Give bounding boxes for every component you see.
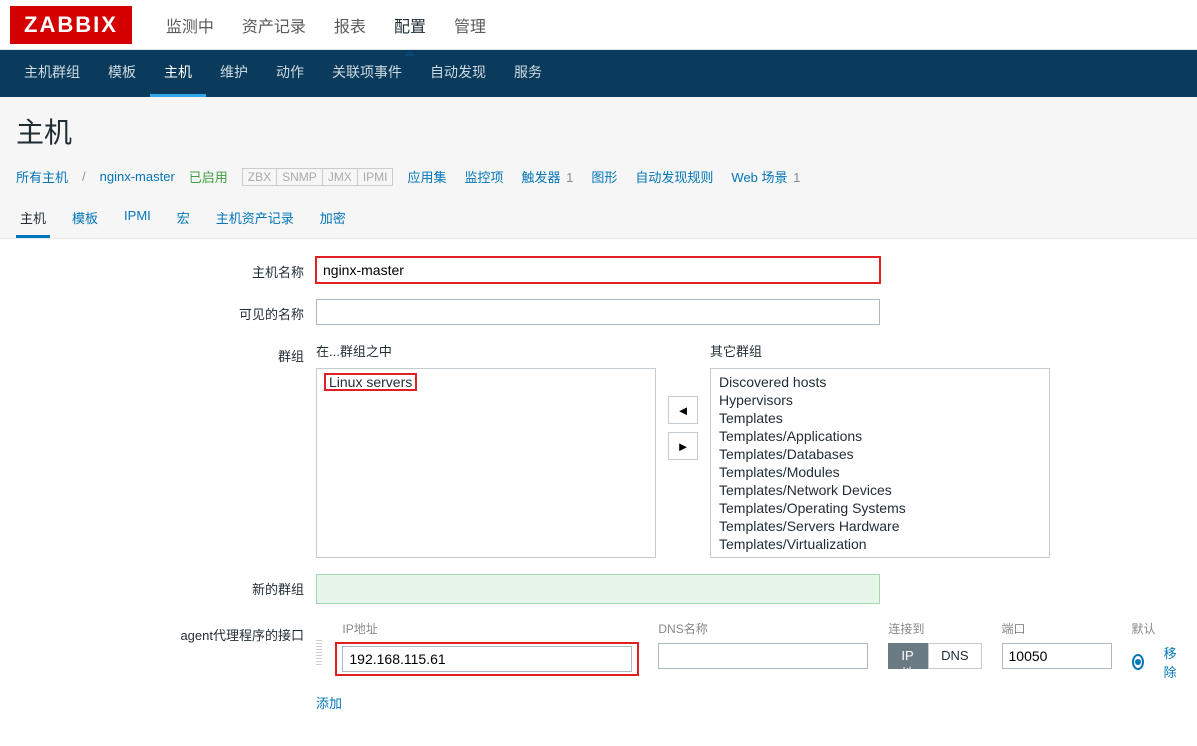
inner-tab-3[interactable]: 宏 [173,200,194,238]
ctx-link[interactable]: 触发器 [522,170,561,185]
new-group-input[interactable] [316,574,880,604]
ctx-link[interactable]: 自动发现规则 [635,170,713,185]
breadcrumb-host[interactable]: nginx-master [100,169,175,184]
zabbix-logo[interactable]: ZABBIX [10,6,132,44]
list-item[interactable]: Templates/Modules [711,463,1049,481]
iface-port-input[interactable] [1002,643,1112,669]
page-title: 主机 [16,111,1181,151]
inner-tab-4[interactable]: 主机资产记录 [212,200,298,238]
list-item[interactable]: Hypervisors [711,391,1049,409]
subnav-item-5[interactable]: 关联项事件 [318,50,416,97]
inner-tab-1[interactable]: 模板 [68,200,102,238]
protocol-chips: ZBXSNMPJMXIPMI [242,168,394,186]
inner-tabs: 主机模板 IPMI 宏主机资产记录加密 [16,200,1181,238]
topnav-item-3[interactable]: 配置 [394,19,426,50]
iface-remove-link[interactable]: 移除 [1164,643,1181,681]
top-nav: 监测中资产记录报表配置管理 [152,13,500,37]
iface-add-link[interactable]: 添加 [316,693,342,712]
iface-default-label: 默认 [1132,620,1181,637]
topnav-item-4[interactable]: 管理 [454,19,486,50]
list-item[interactable]: Templates [711,409,1049,427]
iface-dns-input[interactable] [658,643,868,669]
breadcrumb-all-hosts[interactable]: 所有主机 [16,167,68,186]
connect-ip-toggle[interactable]: IP地址 [888,643,929,669]
proto-chip: IPMI [357,168,394,186]
iface-dns-label: DNS名称 [658,620,868,637]
ctx-count: 1 [563,170,574,185]
iface-ip-label: IP地址 [342,620,638,637]
move-left-button[interactable]: ◄ [668,396,698,424]
in-groups-listbox[interactable]: Linux servers [316,368,656,558]
new-group-label: 新的群组 [16,574,316,598]
proto-chip: SNMP [276,168,323,186]
sub-nav: 主机群组模板主机维护动作关联项事件自动发现服务 [0,50,1197,97]
subnav-item-7[interactable]: 服务 [500,50,556,97]
inner-tab-5[interactable]: 加密 [316,200,350,238]
ctx-link[interactable]: Web 场景 [731,170,787,185]
iface-connect-label: 连接到 [888,620,981,637]
hostname-input[interactable] [316,257,880,283]
connect-dns-toggle[interactable]: DNS [928,643,981,669]
list-item[interactable]: Templates/Operating Systems [711,499,1049,517]
subnav-item-0[interactable]: 主机群组 [10,50,94,97]
iface-ip-input[interactable] [342,646,632,672]
subnav-item-6[interactable]: 自动发现 [416,50,500,97]
in-groups-label: 在...群组之中 [316,341,656,360]
subnav-item-3[interactable]: 维护 [206,50,262,97]
hostname-label: 主机名称 [16,257,316,281]
list-item[interactable]: Templates/Network Devices [711,481,1049,499]
ctx-link[interactable]: 应用集 [407,170,446,185]
list-item[interactable]: Templates/Databases [711,445,1049,463]
proto-chip: JMX [322,168,358,186]
drag-handle-icon[interactable] [316,640,322,666]
iface-label: agent代理程序的接口 [16,620,316,644]
other-groups-label: 其它群组 [710,341,1050,360]
visible-name-input[interactable] [316,299,880,325]
inner-tab-2[interactable]: IPMI [120,200,155,238]
list-item[interactable]: Linux servers [317,373,655,391]
other-groups-listbox[interactable]: Discovered hostsHypervisorsTemplatesTemp… [710,368,1050,558]
inner-tab-0[interactable]: 主机 [16,200,50,238]
list-item[interactable]: Templates/Applications [711,427,1049,445]
topnav-item-1[interactable]: 资产记录 [242,19,306,50]
ctx-count: 1 [790,170,801,185]
proto-chip: ZBX [242,168,277,186]
list-item[interactable]: Templates/Virtualization [711,535,1049,553]
ctx-link[interactable]: 监控项 [465,170,504,185]
move-right-button[interactable]: ► [668,432,698,460]
breadcrumb-sep: / [82,169,86,184]
context-row: 所有主机 / nginx-master 已启用 ZBXSNMPJMXIPMI 应… [16,167,1181,186]
topnav-item-0[interactable]: 监测中 [166,19,214,50]
ctx-link[interactable]: 图形 [591,170,617,185]
subnav-item-2[interactable]: 主机 [150,50,206,97]
iface-default-radio[interactable] [1132,654,1144,670]
visible-name-label: 可见的名称 [16,299,316,323]
list-item[interactable]: Templates/Servers Hardware [711,517,1049,535]
topnav-item-2[interactable]: 报表 [334,19,366,50]
subnav-item-4[interactable]: 动作 [262,50,318,97]
list-item[interactable]: Discovered hosts [711,373,1049,391]
subnav-item-1[interactable]: 模板 [94,50,150,97]
groups-label: 群组 [16,341,316,365]
enabled-status: 已启用 [189,167,228,186]
iface-port-label: 端口 [1002,620,1112,637]
